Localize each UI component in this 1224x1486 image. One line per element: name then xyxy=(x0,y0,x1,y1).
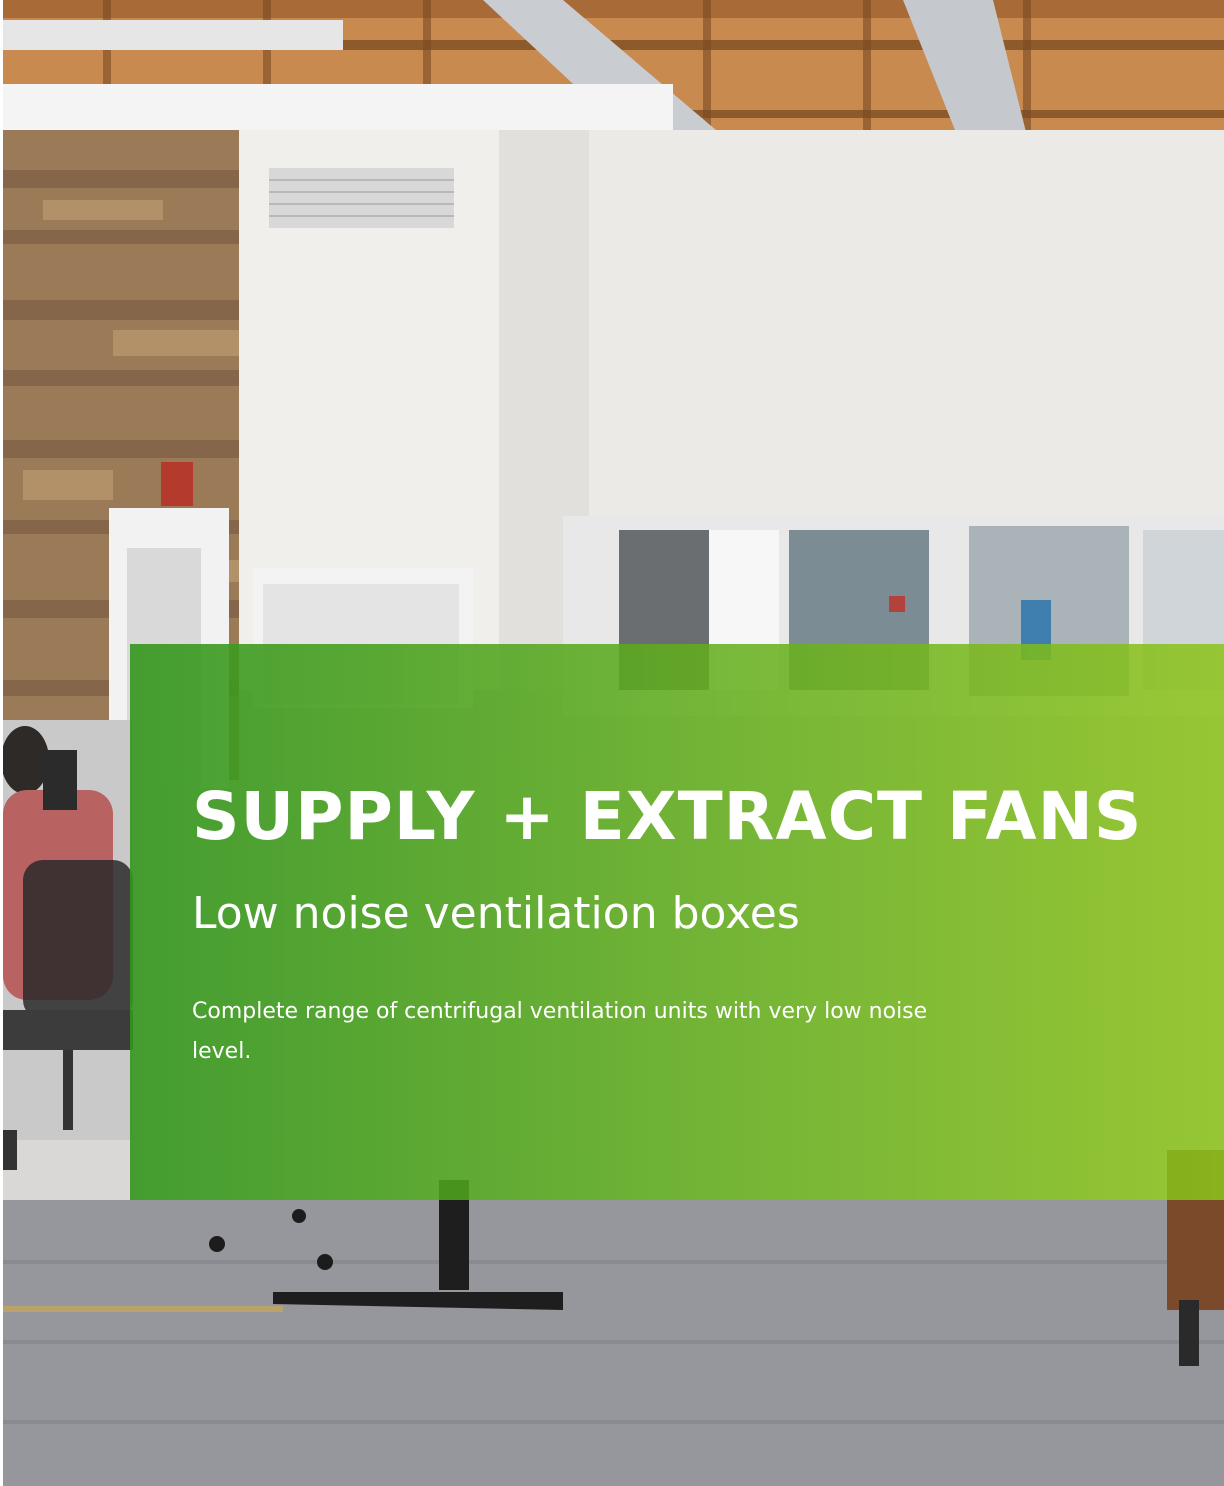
hero-subtitle: Low noise ventilation boxes xyxy=(192,888,800,939)
hero-description: Complete range of centrifugal ventilatio… xyxy=(192,999,928,1064)
hero-green-panel: SUPPLY + EXTRACT FANS Low noise ventilat… xyxy=(130,644,1224,1200)
hero-title: SUPPLY + EXTRACT FANS xyxy=(192,778,1143,855)
brochure-page: SUPPLY + EXTRACT FANS Low noise ventilat… xyxy=(0,0,1224,1486)
